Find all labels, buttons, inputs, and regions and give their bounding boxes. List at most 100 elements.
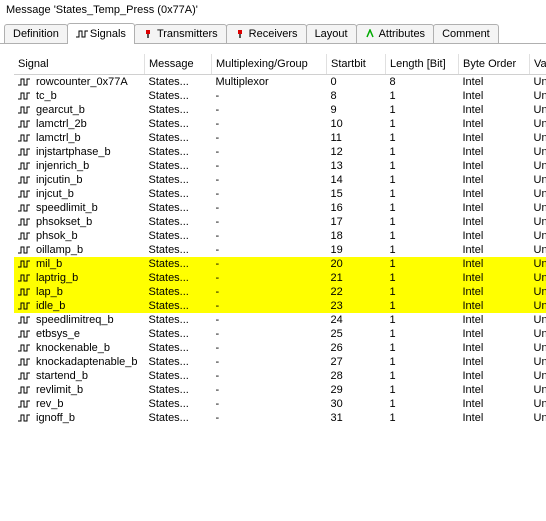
signal-name: tc_b (36, 90, 57, 102)
signal-icon (18, 329, 32, 339)
table-row[interactable]: lamctrl_2bStates...-101IntelUnsigned (14, 117, 546, 131)
cell-startbit: 24 (327, 313, 386, 327)
cell-length: 1 (386, 369, 459, 383)
cell-startbit: 21 (327, 271, 386, 285)
cell-startbit: 23 (327, 299, 386, 313)
signal-icon (18, 301, 32, 311)
col-header-byteorder[interactable]: Byte Order (459, 54, 530, 75)
table-row[interactable]: ignoff_bStates...-311IntelUnsigned (14, 411, 546, 425)
table-row[interactable]: phsok_bStates...-181IntelUnsigned (14, 229, 546, 243)
col-header-valuetype[interactable]: Value Type (530, 54, 546, 75)
cell-byteorder: Intel (459, 257, 530, 271)
cell-length: 1 (386, 173, 459, 187)
table-row[interactable]: knockenable_bStates...-261IntelUnsigned (14, 341, 546, 355)
cell-byteorder: Intel (459, 173, 530, 187)
cell-signal: knockadaptenable_b (14, 355, 145, 369)
table-row[interactable]: lap_bStates...-221IntelUnsigned (14, 285, 546, 299)
table-row[interactable]: injstartphase_bStates...-121IntelUnsigne… (14, 145, 546, 159)
cell-signal: laptrig_b (14, 271, 145, 285)
tab-comment[interactable]: Comment (433, 24, 499, 43)
cell-message: States... (145, 383, 212, 397)
table-row[interactable]: injenrich_bStates...-131IntelUnsigned (14, 159, 546, 173)
signal-icon (18, 119, 32, 129)
cell-message: States... (145, 397, 212, 411)
cell-length: 1 (386, 383, 459, 397)
col-header-startbit[interactable]: Startbit (327, 54, 386, 75)
cell-mux: - (212, 103, 327, 117)
cell-length: 1 (386, 257, 459, 271)
col-header-mux[interactable]: Multiplexing/Group (212, 54, 327, 75)
table-row[interactable]: startend_bStates...-281IntelUnsigned (14, 369, 546, 383)
table-row[interactable]: speedlimit_bStates...-161IntelUnsigned (14, 201, 546, 215)
cell-startbit: 17 (327, 215, 386, 229)
cell-message: States... (145, 411, 212, 425)
cell-byteorder: Intel (459, 89, 530, 103)
tab-label: Comment (442, 28, 490, 40)
cell-mux: - (212, 285, 327, 299)
table-row[interactable]: injcutin_bStates...-141IntelUnsigned (14, 173, 546, 187)
table-row[interactable]: knockadaptenable_bStates...-271IntelUnsi… (14, 355, 546, 369)
table-row[interactable]: speedlimitreq_bStates...-241IntelUnsigne… (14, 313, 546, 327)
signals-table: Signal Message Multiplexing/Group Startb… (14, 54, 546, 425)
cell-message: States... (145, 243, 212, 257)
cell-signal: rowcounter_0x77A (14, 75, 145, 90)
tab-label: Signals (90, 28, 126, 40)
table-row[interactable]: gearcut_bStates...-91IntelUnsigned (14, 103, 546, 117)
cell-valuetype: Unsigned (530, 243, 546, 257)
table-row[interactable]: rev_bStates...-301IntelUnsigned (14, 397, 546, 411)
tab-transmitters[interactable]: Transmitters (134, 24, 227, 43)
table-row[interactable]: lamctrl_bStates...-111IntelUnsigned (14, 131, 546, 145)
cell-message: States... (145, 201, 212, 215)
tab-receivers[interactable]: Receivers (226, 24, 307, 43)
tab-label: Transmitters (157, 28, 218, 40)
cell-message: States... (145, 187, 212, 201)
table-row[interactable]: revlimit_bStates...-291IntelUnsigned (14, 383, 546, 397)
col-header-message[interactable]: Message (145, 54, 212, 75)
table-row[interactable]: idle_bStates...-231IntelUnsigned (14, 299, 546, 313)
table-row[interactable]: tc_bStates...-81IntelUnsigned (14, 89, 546, 103)
cell-length: 1 (386, 285, 459, 299)
col-header-signal[interactable]: Signal (14, 54, 145, 75)
cell-mux: - (212, 257, 327, 271)
cell-length: 1 (386, 313, 459, 327)
cell-signal: injcut_b (14, 187, 145, 201)
table-row[interactable]: oillamp_bStates...-191IntelUnsigned (14, 243, 546, 257)
tab-definition[interactable]: Definition (4, 24, 68, 43)
tab-signals[interactable]: Signals (67, 23, 135, 44)
cell-byteorder: Intel (459, 355, 530, 369)
tab-attributes[interactable]: Attributes (356, 24, 434, 43)
cell-length: 1 (386, 299, 459, 313)
table-row[interactable]: rowcounter_0x77AStates...Multiplexor08In… (14, 75, 546, 90)
cell-valuetype: Unsigned (530, 173, 546, 187)
cell-length: 1 (386, 117, 459, 131)
table-row[interactable]: laptrig_bStates...-211IntelUnsigned (14, 271, 546, 285)
cell-length: 1 (386, 201, 459, 215)
cell-message: States... (145, 159, 212, 173)
cell-message: States... (145, 89, 212, 103)
cell-byteorder: Intel (459, 411, 530, 425)
tab-layout[interactable]: Layout (306, 24, 357, 43)
signal-name: knockadaptenable_b (36, 356, 138, 368)
signal-icon (18, 77, 32, 87)
table-row[interactable]: etbsys_eStates...-251IntelUnsigned (14, 327, 546, 341)
cell-signal: injstartphase_b (14, 145, 145, 159)
cell-length: 1 (386, 271, 459, 285)
cell-mux: - (212, 327, 327, 341)
table-row[interactable]: phsokset_bStates...-171IntelUnsigned (14, 215, 546, 229)
cell-byteorder: Intel (459, 159, 530, 173)
cell-startbit: 13 (327, 159, 386, 173)
signal-name: injstartphase_b (36, 146, 111, 158)
cell-length: 1 (386, 243, 459, 257)
signal-name: injcutin_b (36, 174, 82, 186)
cell-valuetype: Unsigned (530, 383, 546, 397)
col-header-length[interactable]: Length [Bit] (386, 54, 459, 75)
signal-icon (18, 161, 32, 171)
signal-icon (18, 259, 32, 269)
cell-message: States... (145, 327, 212, 341)
signal-icon (18, 399, 32, 409)
table-row[interactable]: mil_bStates...-201IntelUnsigned (14, 257, 546, 271)
cell-message: States... (145, 369, 212, 383)
table-row[interactable]: injcut_bStates...-151IntelUnsigned (14, 187, 546, 201)
cell-byteorder: Intel (459, 201, 530, 215)
cell-mux: Multiplexor (212, 75, 327, 90)
